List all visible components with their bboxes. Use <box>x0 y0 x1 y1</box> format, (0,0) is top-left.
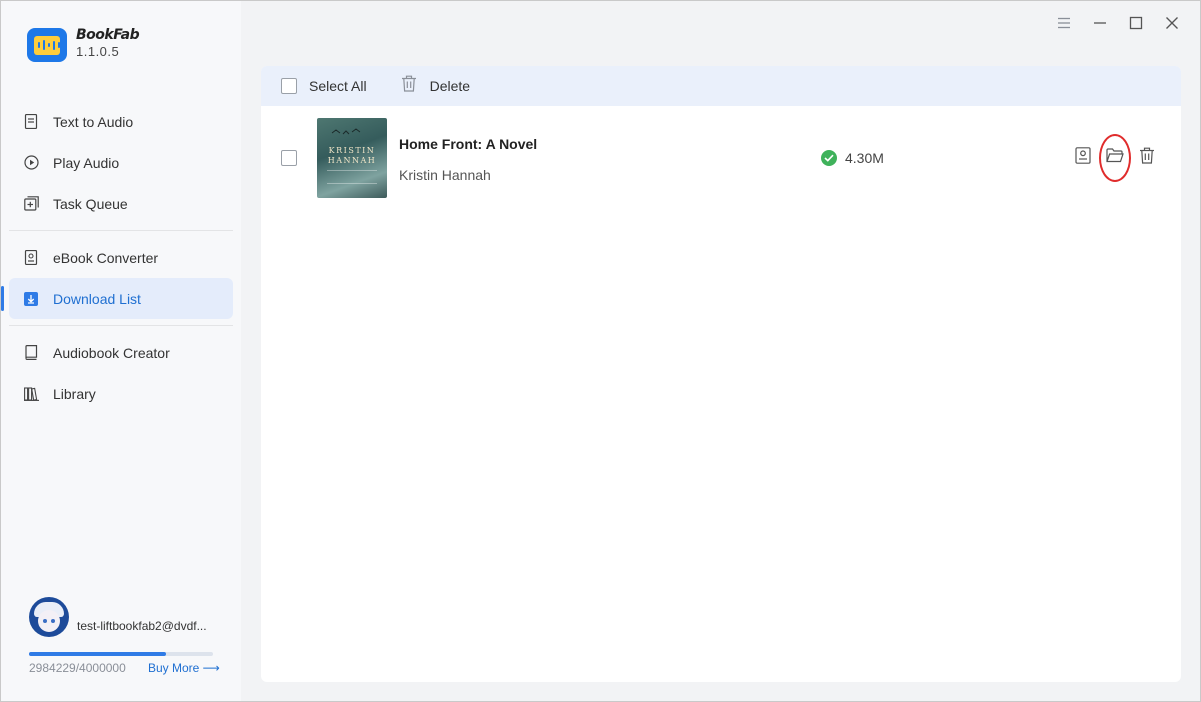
book-title: Home Front: A Novel <box>399 136 538 152</box>
maximize-icon[interactable] <box>1118 12 1154 34</box>
file-size: 4.30M <box>845 150 884 166</box>
play-circle-icon <box>23 155 39 171</box>
window-controls <box>1046 12 1190 34</box>
sidebar: BookFab 1.1.0.5 Text to Audio Play Audio <box>1 1 241 701</box>
sidebar-item-label: Play Audio <box>53 154 120 171</box>
minimize-icon[interactable] <box>1082 12 1118 34</box>
account-email: test-liftbookfab2@dvdf... <box>77 619 207 633</box>
quota-progress-bar <box>29 652 213 656</box>
trash-icon <box>401 75 417 97</box>
sidebar-item-play-audio[interactable]: Play Audio <box>9 142 233 183</box>
ebook-details-icon <box>1075 147 1091 169</box>
bookfab-logo-icon <box>27 28 67 62</box>
account-panel: test-liftbookfab2@dvdf... 2984229/400000… <box>29 597 220 675</box>
sidebar-item-label: Library <box>53 385 96 402</box>
highlight-ring <box>1099 134 1131 182</box>
menu-icon[interactable] <box>1046 12 1082 34</box>
app-version: 1.1.0.5 <box>76 44 120 59</box>
cover-art <box>331 128 361 138</box>
download-icon <box>23 291 39 307</box>
sidebar-divider <box>9 325 233 326</box>
sidebar-item-label: Text to Audio <box>53 113 134 130</box>
task-queue-icon <box>23 196 39 212</box>
quota-progress-fill <box>29 652 167 656</box>
sidebar-item-label: Download List <box>53 290 141 307</box>
ebook-details-button[interactable] <box>1073 147 1093 169</box>
check-circle-icon <box>821 150 837 166</box>
book-cover: KRISTIN HANNAH <box>317 118 387 198</box>
select-all-checkbox[interactable] <box>281 78 297 94</box>
document-icon <box>23 114 39 130</box>
avatar[interactable] <box>29 597 69 637</box>
sidebar-item-download-list[interactable]: Download List <box>1 278 233 319</box>
select-all-label[interactable]: Select All <box>309 78 367 94</box>
app-name: BookFab <box>76 27 140 43</box>
cover-text: KRISTIN HANNAH <box>327 146 377 165</box>
list-toolbar: Select All Delete <box>261 66 1181 106</box>
buy-more-link[interactable]: Buy More ⟶ <box>148 661 220 675</box>
app-logo: BookFab 1.1.0.5 <box>27 27 140 62</box>
book-author: Kristin Hannah <box>399 167 491 183</box>
row-checkbox[interactable] <box>281 150 297 166</box>
download-status: 4.30M <box>821 150 884 166</box>
sidebar-item-library[interactable]: Library <box>9 373 233 414</box>
sidebar-divider <box>9 230 233 231</box>
audiobook-icon <box>23 345 39 361</box>
sidebar-item-text-to-audio[interactable]: Text to Audio <box>9 101 233 142</box>
delete-label: Delete <box>429 78 471 94</box>
quota-text: 2984229/4000000 <box>29 661 126 675</box>
sidebar-item-label: Task Queue <box>53 195 128 212</box>
sidebar-item-label: eBook Converter <box>53 249 159 266</box>
sidebar-item-task-queue[interactable]: Task Queue <box>9 183 233 224</box>
sidebar-item-audiobook-creator[interactable]: Audiobook Creator <box>9 332 233 373</box>
delete-row-button[interactable] <box>1137 147 1157 169</box>
close-icon[interactable] <box>1154 12 1190 34</box>
app-window: BookFab 1.1.0.5 Text to Audio Play Audio <box>0 0 1201 702</box>
library-icon <box>23 386 39 402</box>
download-list-panel: Select All Delete KRISTIN HANNAH Home Fr… <box>261 66 1181 682</box>
trash-icon <box>1139 147 1155 169</box>
sidebar-item-ebook-converter[interactable]: eBook Converter <box>9 237 233 278</box>
open-folder-button[interactable] <box>1099 134 1131 182</box>
row-actions <box>1073 134 1157 182</box>
sidebar-nav: Text to Audio Play Audio Task Queue eBoo… <box>1 101 233 414</box>
sidebar-item-label: Audiobook Creator <box>53 344 170 361</box>
table-row: KRISTIN HANNAH Home Front: A Novel Krist… <box>261 106 1181 216</box>
delete-button[interactable]: Delete <box>401 75 470 97</box>
ebook-icon <box>23 250 39 266</box>
